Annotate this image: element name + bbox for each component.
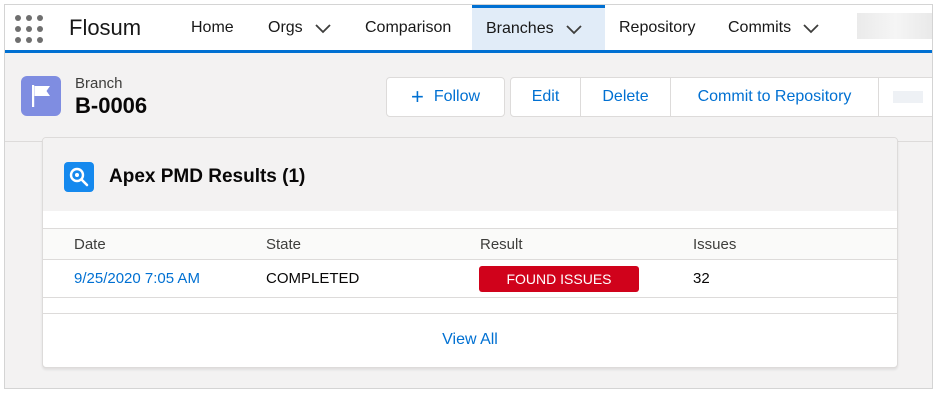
edit-button-label: Edit	[531, 88, 560, 105]
nav-item-label: Branches	[486, 20, 554, 37]
flag-icon	[21, 76, 61, 116]
apex-pmd-results-card: Apex PMD Results (1) Date State Result I…	[42, 137, 898, 368]
nav-item-label: Comparison	[365, 18, 452, 36]
record-header: Branch B-0006 + Follow Edit Delete Commi…	[5, 56, 932, 142]
follow-button-label: Follow	[433, 88, 481, 105]
delete-button[interactable]: Delete	[580, 77, 671, 117]
card-title[interactable]: Apex PMD Results (1)	[109, 166, 305, 188]
app-window: Flosum Home Orgs Comparison Branches Rep…	[4, 4, 933, 389]
more-actions-button[interactable]	[878, 77, 932, 117]
column-header-result[interactable]: Result	[480, 236, 523, 253]
delete-button-label: Delete	[602, 88, 649, 105]
column-header-state[interactable]: State	[266, 236, 301, 253]
commit-button-label: Commit to Repository	[697, 88, 852, 105]
nav-item-label: Home	[191, 18, 234, 36]
table-header: Date State Result Issues	[43, 228, 897, 260]
chevron-down-icon[interactable]	[311, 16, 335, 40]
nav-item-label: Commits	[728, 18, 792, 36]
nav-item-comparison[interactable]: Comparison	[351, 5, 465, 50]
column-header-issues[interactable]: Issues	[693, 236, 736, 253]
nav-item-orgs[interactable]: Orgs	[254, 5, 349, 50]
app-name: Flosum	[69, 15, 142, 40]
commit-to-repository-button[interactable]: Commit to Repository	[670, 77, 879, 117]
view-all-link[interactable]: View All	[43, 331, 897, 349]
state-cell: COMPLETED	[266, 270, 360, 287]
app-launcher-icon[interactable]	[15, 15, 43, 43]
top-nav: Flosum Home Orgs Comparison Branches Rep…	[5, 5, 932, 53]
chevron-down-icon[interactable]	[562, 17, 586, 41]
chevron-down-icon[interactable]	[799, 16, 823, 40]
issues-cell: 32	[693, 270, 710, 287]
blurred-nav-item	[857, 13, 932, 39]
card-header: Apex PMD Results (1)	[43, 138, 897, 211]
column-header-date[interactable]: Date	[74, 236, 106, 253]
nav-item-commits[interactable]: Commits	[714, 5, 837, 50]
edit-button[interactable]: Edit	[510, 77, 581, 117]
date-link[interactable]: 9/25/2020 7:05 AM	[74, 270, 200, 287]
record-type-label: Branch	[75, 75, 123, 92]
follow-button[interactable]: + Follow	[386, 77, 505, 117]
record-name: B-0006	[75, 93, 148, 118]
nav-item-label: Repository	[619, 18, 696, 36]
nav-item-label: Orgs	[268, 18, 303, 36]
nav-item-repository[interactable]: Repository	[605, 5, 709, 50]
nav-item-branches[interactable]: Branches	[472, 5, 605, 50]
blurred-action	[893, 91, 923, 103]
result-badge: FOUND ISSUES	[479, 266, 639, 292]
plus-icon: +	[410, 84, 424, 109]
search-icon	[64, 162, 94, 192]
table-row: 9/25/2020 7:05 AM COMPLETED FOUND ISSUES…	[43, 260, 897, 298]
card-footer-divider	[43, 313, 897, 314]
nav-item-home[interactable]: Home	[177, 5, 248, 50]
